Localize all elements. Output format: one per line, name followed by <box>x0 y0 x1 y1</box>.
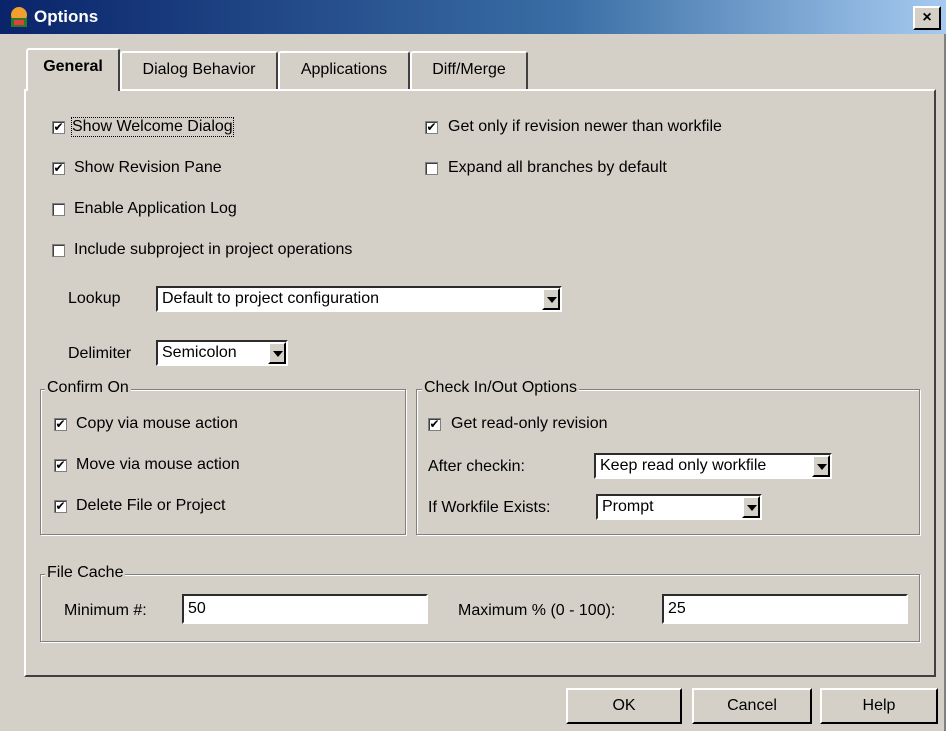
lookup-select[interactable]: Default to project configuration <box>156 286 562 312</box>
chevron-down-icon[interactable] <box>742 496 760 518</box>
enable-application-log-label[interactable]: Enable Application Log <box>74 200 237 218</box>
app-icon <box>11 7 27 27</box>
if-workfile-exists-label: If Workfile Exists: <box>428 499 551 516</box>
delete-file-label[interactable]: Delete File or Project <box>76 497 225 515</box>
include-subproject-label[interactable]: Include subproject in project operations <box>74 241 352 259</box>
title-bar <box>0 0 946 34</box>
confirm-on-title: Confirm On <box>45 379 131 397</box>
help-button[interactable]: Help <box>820 688 938 724</box>
minimum-input[interactable]: 50 <box>182 594 428 624</box>
show-welcome-dialog-checkbox[interactable]: ✔ <box>52 121 65 134</box>
maximum-input[interactable]: 25 <box>662 594 908 624</box>
delimiter-value: Semicolon <box>162 344 237 361</box>
get-only-if-newer-label[interactable]: Get only if revision newer than workfile <box>448 118 722 136</box>
delete-file-checkbox[interactable]: ✔ <box>54 500 67 513</box>
show-revision-pane-checkbox[interactable]: ✔ <box>52 162 65 175</box>
show-revision-pane-label[interactable]: Show Revision Pane <box>74 159 222 177</box>
after-checkin-value: Keep read only workfile <box>600 457 767 474</box>
get-readonly-label[interactable]: Get read-only revision <box>451 415 608 433</box>
chevron-down-icon[interactable] <box>542 288 560 310</box>
copy-via-mouse-checkbox[interactable]: ✔ <box>54 418 67 431</box>
expand-all-branches-checkbox[interactable] <box>425 162 438 175</box>
checkinout-title: Check In/Out Options <box>422 379 579 397</box>
lookup-value: Default to project configuration <box>162 290 380 307</box>
if-workfile-exists-select[interactable]: Prompt <box>596 494 762 520</box>
maximum-label: Maximum % (0 - 100): <box>458 602 616 619</box>
get-readonly-checkbox[interactable]: ✔ <box>428 418 441 431</box>
lookup-label: Lookup <box>68 290 121 307</box>
ok-button[interactable]: OK <box>566 688 682 724</box>
delimiter-select[interactable]: Semicolon <box>156 340 288 366</box>
include-subproject-checkbox[interactable] <box>52 244 65 257</box>
tab-dialog-behavior[interactable]: Dialog Behavior <box>120 51 278 89</box>
file-cache-title: File Cache <box>45 564 126 582</box>
move-via-mouse-label[interactable]: Move via mouse action <box>76 456 240 474</box>
tab-applications[interactable]: Applications <box>278 51 410 89</box>
chevron-down-icon[interactable] <box>812 455 830 477</box>
chevron-down-icon[interactable] <box>268 342 286 364</box>
after-checkin-label: After checkin: <box>428 458 525 475</box>
move-via-mouse-checkbox[interactable]: ✔ <box>54 459 67 472</box>
show-welcome-dialog-label[interactable]: Show Welcome Dialog <box>71 117 234 137</box>
get-only-if-newer-checkbox[interactable]: ✔ <box>425 121 438 134</box>
copy-via-mouse-label[interactable]: Copy via mouse action <box>76 415 238 433</box>
minimum-value: 50 <box>188 600 206 617</box>
tab-general[interactable]: General <box>26 48 120 91</box>
tab-diff-merge[interactable]: Diff/Merge <box>410 51 528 89</box>
expand-all-branches-label[interactable]: Expand all branches by default <box>448 159 667 177</box>
cancel-button[interactable]: Cancel <box>692 688 812 724</box>
if-workfile-exists-value: Prompt <box>602 498 654 515</box>
minimum-label: Minimum #: <box>64 602 147 619</box>
after-checkin-select[interactable]: Keep read only workfile <box>594 453 832 479</box>
maximum-value: 25 <box>668 600 686 617</box>
window-title: Options <box>34 7 99 26</box>
enable-application-log-checkbox[interactable] <box>52 203 65 216</box>
delimiter-label: Delimiter <box>68 345 132 362</box>
close-button[interactable]: × <box>913 6 941 30</box>
